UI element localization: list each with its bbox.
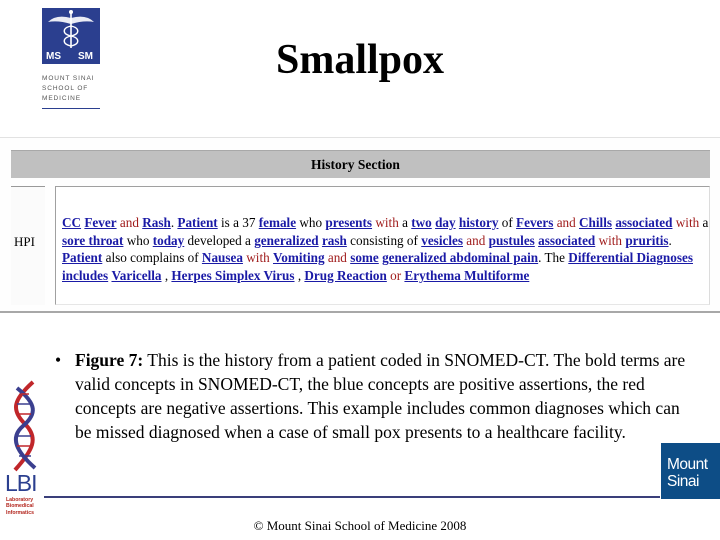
snomed-concept[interactable]: associated <box>615 215 672 230</box>
snomed-concept[interactable]: sore throat <box>62 233 123 248</box>
plain-text: of <box>498 215 517 230</box>
lbi-logo: LBI Laboratory Biomedical Informatics <box>3 380 45 520</box>
snomed-concept[interactable]: Rash <box>142 215 171 230</box>
plain-text: developed a <box>184 232 255 248</box>
snomed-concept[interactable]: Chills <box>579 215 612 230</box>
negative-assertion: with <box>672 215 700 230</box>
mssm-rule <box>42 108 100 109</box>
mount-sinai-logo-line2: Sinai <box>667 473 699 490</box>
negative-assertion: and <box>324 250 351 266</box>
hpi-text-cell: CC Fever and Rash. Patient is a 37 femal… <box>55 186 710 305</box>
plain-text: is a 37 <box>217 215 259 230</box>
hpi-label: HPI <box>14 234 35 249</box>
figure-label: Figure 7: <box>75 350 144 370</box>
snomed-concept[interactable]: day <box>435 215 456 230</box>
negative-assertion: with <box>372 215 399 230</box>
snomed-concept[interactable]: generalized abdominal pain <box>382 250 538 265</box>
negative-assertion: and <box>553 215 580 230</box>
hpi-label-cell: HPI <box>11 186 45 305</box>
snomed-concept[interactable]: CC <box>62 215 81 230</box>
snomed-concept[interactable]: vesicles <box>421 233 463 248</box>
negative-assertion: with <box>595 232 626 248</box>
mssm-line: SCHOOL OF <box>42 85 89 92</box>
snomed-concept[interactable]: Herpes Simplex Virus <box>171 268 294 283</box>
mount-sinai-logo-line1: Mount <box>667 456 708 473</box>
lbi-letters: LBI <box>5 470 38 496</box>
dna-helix-icon <box>13 380 37 472</box>
snomed-concept[interactable]: pustules <box>489 233 535 248</box>
plain-text: a <box>699 215 709 230</box>
footer-divider <box>44 496 660 498</box>
history-section-title: History Section <box>311 157 400 172</box>
slide-title: Smallpox <box>275 37 445 83</box>
snomed-concept[interactable]: Differential Diagnoses <box>568 250 693 265</box>
snomed-concept[interactable]: Erythema Multiforme <box>404 268 529 283</box>
plain-text: also complains of <box>102 250 202 266</box>
snomed-concept[interactable]: pruritis <box>625 233 668 248</box>
bullet: • <box>55 350 62 370</box>
snomed-concept[interactable]: Nausea <box>202 250 243 265</box>
snomed-concept[interactable]: two <box>411 215 432 230</box>
snomed-concept[interactable]: Varicella <box>111 268 161 283</box>
snomed-concept[interactable]: today <box>153 233 185 248</box>
caption-text: This is the history from a patient coded… <box>75 350 686 442</box>
plain-text: , <box>161 267 172 283</box>
figure-caption: • Figure 7: This is the history from a p… <box>55 348 695 444</box>
snomed-concept[interactable]: history <box>459 215 499 230</box>
plain-text: . <box>668 232 672 248</box>
plain-text: who <box>296 215 326 230</box>
snomed-concept[interactable]: presents <box>325 215 372 230</box>
copyright-notice: © Mount Sinai School of Medicine 2008 <box>253 518 467 533</box>
plain-text: . The <box>538 250 569 266</box>
plain-text: a <box>398 215 412 230</box>
snomed-concept[interactable]: includes <box>62 268 108 283</box>
snomed-concept[interactable]: female <box>259 215 296 230</box>
snomed-concept[interactable]: Patient <box>177 215 217 230</box>
negative-assertion: with <box>242 250 273 266</box>
negative-assertion: and <box>462 232 489 248</box>
snomed-concept[interactable]: Patient <box>62 250 102 265</box>
snomed-concept[interactable]: Fevers <box>516 215 553 230</box>
mssm-line: MEDICINE <box>42 95 81 102</box>
lbi-line: Biomedical <box>6 503 34 510</box>
history-section-panel: History Section HPI CC Fever and Rash. P… <box>0 137 720 313</box>
negative-assertion: or <box>386 267 405 283</box>
snomed-concept[interactable]: some <box>350 250 379 265</box>
snomed-concept[interactable]: associated <box>538 233 595 248</box>
plain-text: , <box>294 267 305 283</box>
plain-text: who <box>123 232 153 248</box>
snomed-concept[interactable]: Fever <box>84 215 116 230</box>
snomed-concept[interactable]: Drug Reaction <box>304 268 386 283</box>
negative-assertion: and <box>116 215 143 230</box>
lbi-line: Informatics <box>6 509 34 516</box>
mount-sinai-logo: Mount Sinai <box>661 443 720 499</box>
snomed-concept[interactable]: Vomiting <box>273 250 325 265</box>
history-section-header: History Section <box>11 150 710 178</box>
snomed-concept[interactable]: rash <box>322 233 347 248</box>
hpi-text: CC Fever and Rash. Patient is a 37 femal… <box>62 214 710 284</box>
snomed-concept[interactable]: generalized <box>254 233 318 248</box>
plain-text: consisting of <box>346 232 422 248</box>
